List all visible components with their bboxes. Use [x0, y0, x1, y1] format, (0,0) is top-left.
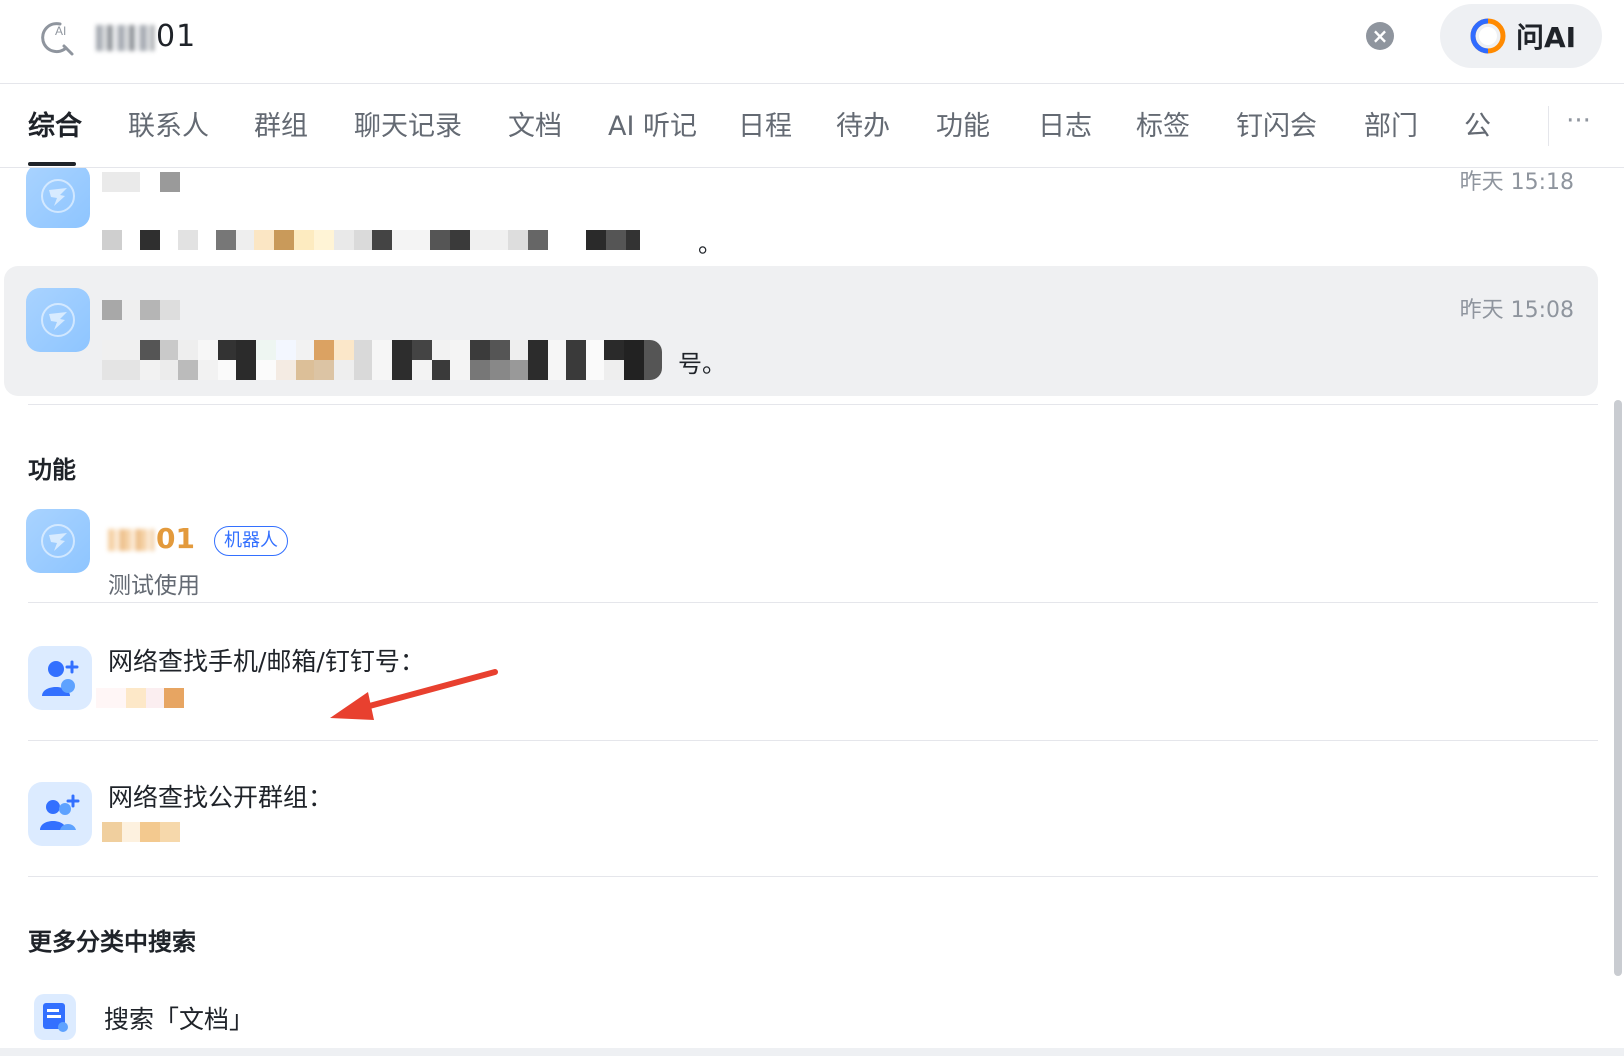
tab-contacts[interactable]: 联系人: [128, 108, 209, 146]
search-results: 昨天 15:18 。 昨天 15:08 号。 功能 01 机器人 测试使用 网络…: [0, 168, 1624, 1056]
redacted-sender: [102, 172, 180, 192]
redacted-query: [102, 822, 180, 842]
doc-icon-wrap: [34, 994, 76, 1040]
dingtalk-logo-icon: [41, 303, 75, 337]
bot-description: 测试使用: [108, 573, 200, 599]
tabs-fade: [1500, 84, 1540, 167]
redacted-message: [102, 230, 640, 250]
network-find-contacts[interactable]: 网络查找手机/邮箱/钉钉号：: [4, 618, 1598, 728]
search-input[interactable]: 01: [96, 16, 196, 58]
tab-all[interactable]: 综合: [28, 108, 82, 146]
message-result[interactable]: 昨天 15:08 号。: [4, 266, 1598, 396]
divider: [28, 876, 1598, 877]
tab-groups[interactable]: 群组: [254, 108, 308, 146]
document-icon: [43, 1003, 68, 1032]
message-text-tail: 。: [698, 230, 722, 258]
scrollbar[interactable]: [1614, 400, 1622, 976]
message-time: 昨天 15:08: [1459, 298, 1574, 323]
divider: [28, 740, 1598, 741]
network-find-groups[interactable]: 网络查找公开群组：: [4, 756, 1598, 866]
redacted-text: [96, 24, 154, 51]
add-user-icon: [42, 660, 79, 696]
ask-ai-label: 问AI: [1516, 21, 1577, 54]
section-title-functions: 功能: [28, 456, 76, 484]
tab-tags[interactable]: 标签: [1136, 108, 1190, 146]
bot-name-text: 01: [156, 522, 195, 555]
message-text-tail: 号。: [678, 350, 726, 378]
search-query-text: 01: [156, 19, 197, 54]
message-time: 昨天 15:18: [1459, 170, 1574, 195]
redacted-text: [108, 529, 154, 551]
svg-text:AI: AI: [55, 24, 66, 38]
ai-assistant-logo-icon: [1470, 18, 1506, 54]
dingtalk-logo-icon: [41, 524, 75, 558]
close-icon: ×: [1371, 24, 1389, 48]
message-result[interactable]: 昨天 15:18 。: [4, 168, 1598, 264]
find-group-icon-wrap: [28, 782, 92, 846]
tab-public[interactable]: 公: [1464, 108, 1491, 146]
tab-departments[interactable]: 部门: [1364, 108, 1418, 146]
tab-chat-history[interactable]: 聊天记录: [354, 108, 462, 146]
find-contact-icon-wrap: [28, 646, 92, 710]
tab-todo[interactable]: 待办: [836, 108, 890, 146]
divider: [28, 602, 1598, 603]
redacted-message: [102, 340, 662, 380]
bot-avatar: [26, 509, 90, 573]
search-in-docs[interactable]: 搜索「文档」: [4, 986, 1598, 1046]
more-tabs-button[interactable]: ···: [1548, 106, 1608, 146]
tab-calendar[interactable]: 日程: [738, 108, 792, 146]
redacted-query: [96, 688, 184, 708]
ask-ai-button[interactable]: 问AI: [1440, 4, 1602, 68]
tab-flash-meeting[interactable]: 钉闪会: [1236, 108, 1317, 146]
search-bar: AI 01 × 问AI: [0, 0, 1624, 84]
app-avatar: [26, 288, 90, 352]
tab-ai-notes[interactable]: AI 听记: [608, 108, 697, 146]
redacted-sender: [102, 300, 180, 320]
search-window: AI 01 × 问AI 综合 联系人 群组 聊天记录 文档 AI 听记 日程 待…: [0, 0, 1624, 1056]
category-tabs: 综合 联系人 群组 聊天记录 文档 AI 听记 日程 待办 功能 日志 标签 钉…: [0, 84, 1624, 168]
section-title-more-categories: 更多分类中搜索: [28, 928, 196, 956]
ai-search-icon: AI: [41, 22, 74, 56]
active-tab-indicator: [28, 162, 76, 166]
robot-badge: 机器人: [214, 526, 288, 556]
divider: [28, 404, 1598, 405]
add-group-icon: [40, 794, 80, 830]
network-find-contacts-label: 网络查找手机/邮箱/钉钉号：: [108, 647, 425, 676]
dingtalk-logo-icon: [41, 179, 75, 213]
network-find-groups-label: 网络查找公开群组：: [108, 783, 334, 812]
search-in-docs-label: 搜索「文档」: [104, 1005, 255, 1034]
tab-logs[interactable]: 日志: [1038, 108, 1092, 146]
clear-search-button[interactable]: ×: [1366, 22, 1394, 50]
bot-name: 01: [108, 522, 195, 555]
tab-docs[interactable]: 文档: [508, 108, 562, 146]
app-avatar: [26, 168, 90, 228]
bottom-edge: [0, 1048, 1624, 1056]
tab-functions[interactable]: 功能: [936, 108, 990, 146]
